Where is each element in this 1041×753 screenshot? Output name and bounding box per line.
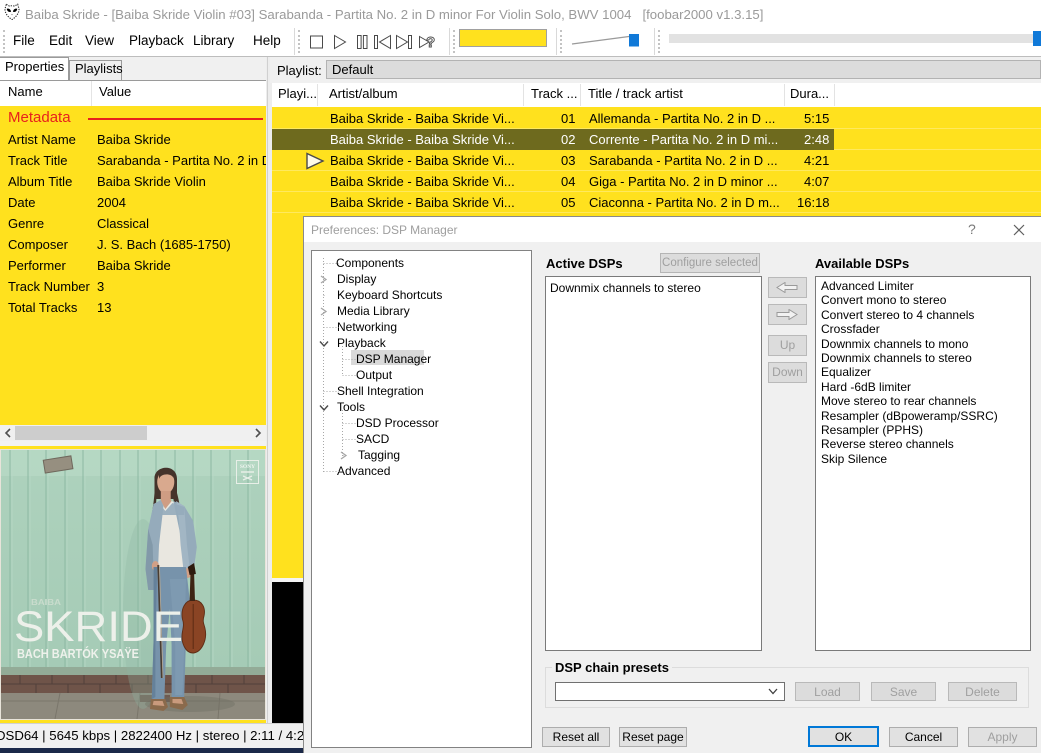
svg-text:BACH BARTÓK YSAŸE: BACH BARTÓK YSAŸE	[17, 646, 139, 661]
svg-text:?: ?	[426, 34, 435, 50]
svg-text:SKRIDE: SKRIDE	[14, 603, 183, 651]
svg-text:SONY: SONY	[240, 464, 255, 470]
